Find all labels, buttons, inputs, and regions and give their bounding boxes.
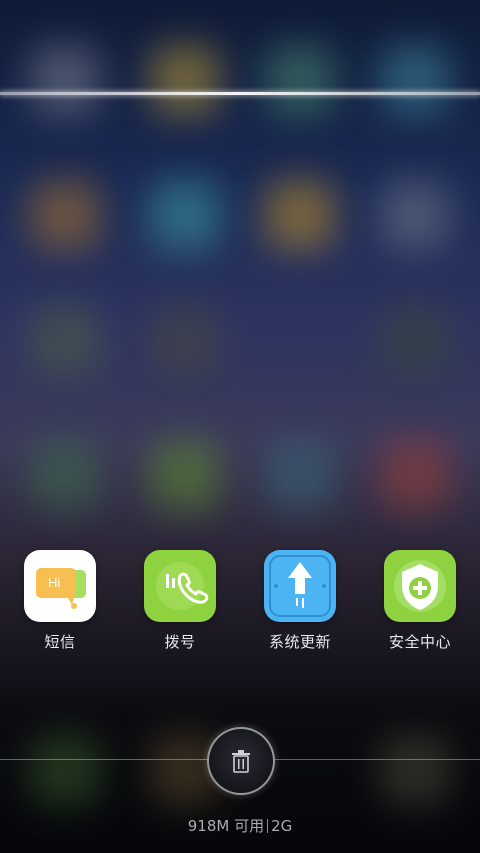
app-label-messages: 短信 xyxy=(44,633,76,651)
memory-total: 2G xyxy=(271,817,293,835)
recent-apps-row: Hi 短信 拨号 系统更新 安全中心 xyxy=(0,550,480,660)
security-shield-icon xyxy=(384,550,456,622)
memory-separator xyxy=(267,819,269,833)
recents-top-divider xyxy=(0,92,480,95)
memory-available: 918M 可用 xyxy=(187,817,265,835)
recent-app-messages[interactable]: Hi 短信 xyxy=(10,550,110,652)
app-label-system-update: 系统更新 xyxy=(268,633,331,651)
app-label-dialer: 拨号 xyxy=(164,633,196,651)
messages-icon: Hi xyxy=(24,550,96,622)
recent-app-dialer[interactable]: 拨号 xyxy=(130,550,230,652)
app-label-security-center: 安全中心 xyxy=(388,633,451,651)
recent-app-system-update[interactable]: 系统更新 xyxy=(250,550,350,652)
clear-all-button[interactable] xyxy=(207,727,275,795)
recent-app-security-center[interactable]: 安全中心 xyxy=(370,550,470,652)
svg-text:Hi: Hi xyxy=(48,575,60,590)
trash-icon xyxy=(232,750,250,773)
system-update-icon xyxy=(264,550,336,622)
phone-dialer-icon xyxy=(144,550,216,622)
memory-status: 918M 可用 2G xyxy=(0,815,480,836)
